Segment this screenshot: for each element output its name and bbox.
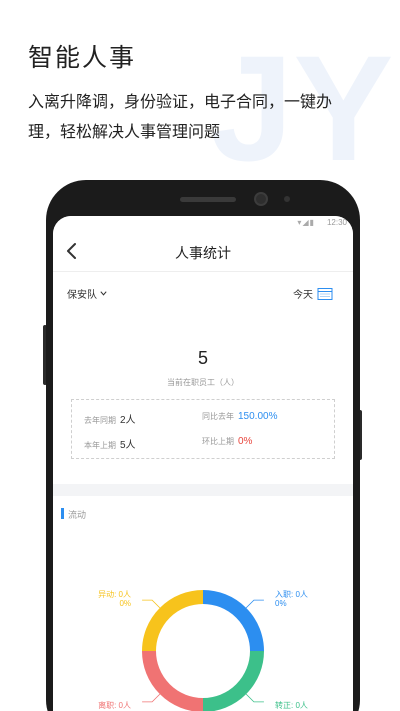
donut-leader-promote	[245, 693, 264, 703]
phone-speaker	[180, 197, 236, 202]
onboard-count-label: 入职: 0人	[275, 590, 308, 599]
onboard-label: 入职: 0人 0%	[275, 590, 308, 608]
phone-camera	[254, 192, 268, 206]
calendar-icon	[317, 287, 333, 300]
stat-yoy: 同比去年 150.00%	[202, 411, 277, 422]
promo-description: 入离升降调，身份验证，电子合同，一键办 理，轻松解决人事管理问题	[28, 88, 378, 148]
date-picker[interactable]: 今天	[293, 286, 333, 301]
transfer-label: 异动: 0人 0%	[89, 590, 131, 608]
onboard-pct-label: 0%	[275, 599, 287, 608]
status-time: 12:30	[326, 218, 347, 227]
stat-label: 环比上期	[202, 437, 234, 446]
comparison-box: 去年同期 2人 同比去年 150.00% 本年上期 5人 环比上期 0%	[71, 399, 335, 459]
stat-label: 本年上期	[84, 441, 116, 450]
chevron-down-icon	[100, 291, 107, 296]
promote-count-label: 转正: 0人	[275, 701, 308, 710]
donut-leader-resign	[142, 693, 161, 703]
page-title: 人事统计	[175, 245, 231, 261]
promote-label: 转正: 0人	[275, 701, 308, 710]
nav-bar: 人事统计	[53, 230, 353, 272]
resign-label: 离职: 0人	[89, 701, 131, 710]
transfer-count-label: 异动: 0人	[98, 590, 131, 599]
promo-description-line-1: 入离升降调，身份验证，电子合同，一键办	[28, 94, 333, 111]
stat-value: 150.00%	[238, 411, 278, 422]
stat-value: 0%	[238, 436, 253, 447]
employee-count-label: 当前在职员工（人）	[167, 378, 239, 387]
phone-screen: ▾◢▮ 12:30 人事统计 保安队 今天 5 当前在职员工（人） 去年同期 2…	[53, 216, 353, 711]
team-dropdown-label: 保安队	[67, 290, 97, 301]
promo-description-line-2: 理，轻松解决人事管理问题	[28, 124, 221, 141]
flow-card: 流动 异动: 0人 0% 入职: 0人 0% 离职: 0人 转正: 0人	[53, 496, 353, 711]
signal-wifi-battery-icons: ▾◢▮	[297, 218, 315, 227]
employee-count: 5	[197, 348, 208, 368]
resign-count-label: 离职: 0人	[98, 701, 131, 710]
phone-sensor	[284, 196, 290, 202]
stat-label: 同比去年	[202, 412, 234, 421]
stat-value: 5人	[120, 440, 136, 451]
status-bar: ▾◢▮ 12:30	[53, 216, 353, 230]
date-picker-label: 今天	[293, 290, 313, 301]
donut-leader-transfer	[142, 599, 161, 609]
summary-card: 保安队 今天 5 当前在职员工（人） 去年同期 2人 同比去年 150.00%	[53, 272, 353, 484]
donut-leader-onboard	[245, 599, 264, 609]
stat-prev-period: 本年上期 5人	[84, 436, 136, 451]
stat-value: 2人	[120, 415, 136, 426]
stat-label: 去年同期	[84, 416, 116, 425]
stat-last-year: 去年同期 2人	[84, 411, 136, 426]
promo-title: 智能人事	[28, 44, 137, 72]
stat-mom: 环比上期 0%	[202, 436, 252, 447]
transfer-pct-label: 0%	[119, 599, 131, 608]
team-dropdown[interactable]: 保安队	[67, 286, 108, 301]
